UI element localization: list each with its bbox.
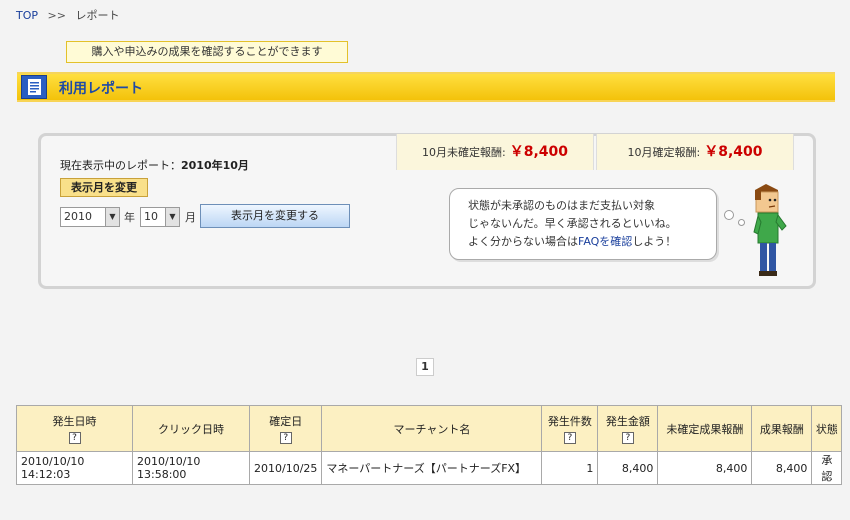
header-occurred-at[interactable]: 発生日時? [16,405,133,452]
header-label: 発生金額 [605,415,650,428]
report-table: 発生日時? クリック日時 確定日? マーチャント名 発生件数? 発生金額? 未確… [16,405,843,485]
section-header: 利用レポート [17,72,835,102]
header-label: クリック日時 [158,422,224,436]
bubble-line-3-pre: よく分からない場合は [468,235,578,248]
change-month-button[interactable]: 表示月を変更する [200,204,350,228]
header-reward: 成果報酬 [751,405,813,452]
breadcrumb-top-link[interactable]: TOP [16,9,38,22]
page-description-tag: 購入や申込みの成果を確認することができます [66,41,348,63]
confirmed-reward-tab: 10月確定報酬: ￥8,400 [596,134,794,170]
help-icon[interactable]: ? [621,432,634,444]
header-label: 未確定成果報酬 [666,422,744,436]
confirmed-reward-label: 10月確定報酬: [627,146,701,159]
bubble-line-2: じゃないんだ。早く承認されるといいね。 [468,217,677,230]
section-title: 利用レポート [59,81,143,97]
cell-unconfirmed-reward: 8,400 [657,451,753,485]
table-row: 2010/10/10 14:12:03 2010/10/10 13:58:00 … [16,451,843,485]
thought-dot-small [738,219,745,226]
header-label: 成果報酬 [759,422,804,436]
unconfirmed-reward-label: 10月未確定報酬: [422,146,506,159]
thought-dot-large [724,210,734,220]
header-label: 発生日時 [52,415,97,428]
year-unit: 年 [124,211,135,224]
cell-confirmed-date: 2010/10/25 [248,451,323,485]
document-icon [21,75,47,99]
month-unit: 月 [185,211,196,224]
year-select-value: 2010 [64,210,92,223]
cell-amount: 8,400 [597,451,659,485]
breadcrumb-current: レポート [75,9,120,22]
cell-count: 1 [541,451,599,485]
dropdown-arrow-icon[interactable]: ▼ [105,208,119,226]
faq-link[interactable]: FAQを確認 [578,235,632,248]
header-status: 状態 [811,405,843,452]
header-unconfirmed-reward: 未確定成果報酬 [657,405,753,452]
pagination-page-1[interactable]: 1 [416,358,434,376]
change-month-label: 表示月を変更 [60,178,148,197]
bubble-line-3: よく分からない場合はFAQを確認しよう！ [468,233,706,251]
mascot-speech-bubble: 状態が未承認のものはまだ支払い対象 じゃないんだ。早く承認されるといいね。 よく… [449,188,717,260]
header-clicked-at: クリック日時 [132,405,250,452]
cell-clicked-at: 2010/10/10 13:58:00 [132,451,250,485]
header-confirmed-date[interactable]: 確定日? [248,405,323,452]
header-label: 確定日 [269,415,303,428]
cell-status: 承認 [811,451,843,485]
bubble-line-3-post: しよう！ [632,235,677,248]
current-report-label: 現在表示中のレポート： [60,159,181,172]
breadcrumb: TOP >> レポート [16,7,119,23]
confirmed-reward-amount: ￥8,400 [704,144,763,160]
breadcrumb-separator: >> [47,9,66,22]
table-header-row: 発生日時? クリック日時 確定日? マーチャント名 発生件数? 発生金額? 未確… [16,405,843,452]
unconfirmed-reward-amount: ￥8,400 [509,144,568,160]
help-icon[interactable]: ? [279,432,292,444]
bubble-line-1: 状態が未承認のものはまだ支払い対象 [468,199,655,212]
header-label: マーチャント名 [393,422,471,436]
year-select[interactable]: 2010 ▼ [60,207,120,227]
mascot-character [748,182,790,281]
month-select[interactable]: 10 ▼ [140,207,180,227]
header-label: 状態 [815,422,838,436]
cell-merchant: マネーパートナーズ【パートナーズFX】 [321,451,543,485]
header-merchant: マーチャント名 [321,405,543,452]
month-select-value: 10 [144,210,158,223]
dropdown-arrow-icon[interactable]: ▼ [165,208,179,226]
current-report-text: 現在表示中のレポート：2010年10月 [60,157,249,173]
header-count[interactable]: 発生件数? [541,405,599,452]
help-icon[interactable]: ? [68,432,81,444]
cell-reward: 8,400 [751,451,813,485]
help-icon[interactable]: ? [563,432,576,444]
unconfirmed-reward-tab: 10月未確定報酬: ￥8,400 [396,134,594,170]
header-amount[interactable]: 発生金額? [597,405,659,452]
header-label: 発生件数 [547,415,592,428]
cell-occurred-at: 2010/10/10 14:12:03 [16,451,133,485]
current-report-value: 2010年10月 [181,159,249,172]
